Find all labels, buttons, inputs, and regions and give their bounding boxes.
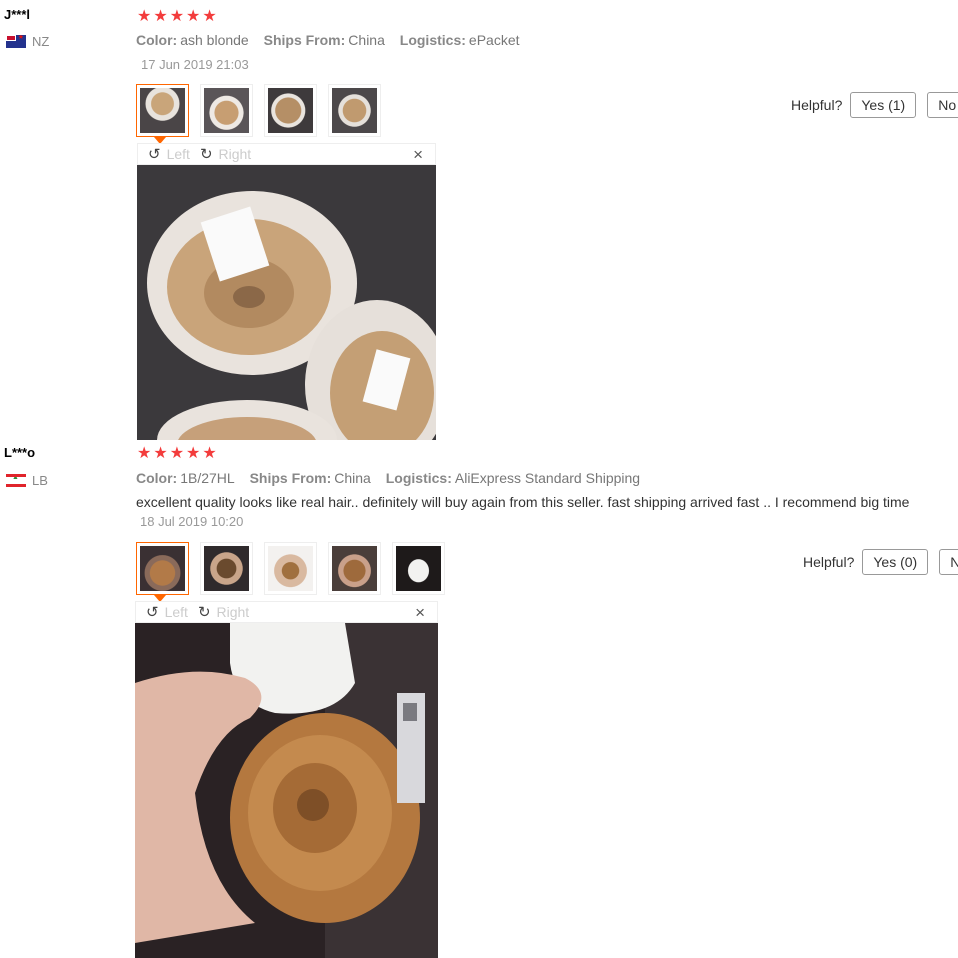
photo-viewer-toolbar: ↺ Left ↻ Right × bbox=[135, 601, 438, 623]
review-photo-thumb[interactable] bbox=[136, 84, 189, 144]
review-item: L***o LB ★ ★ ★ ★ ★ Color:1B/27HL Ships F… bbox=[0, 440, 958, 958]
review-photo-large bbox=[135, 623, 438, 958]
review-photo-thumb[interactable] bbox=[264, 542, 317, 595]
review-item: J***l NZ ★ ★ ★ ★ ★ Color:ash blonde Ship… bbox=[0, 0, 958, 440]
star-rating: ★ ★ ★ ★ ★ bbox=[137, 9, 217, 25]
ships-from-value: China bbox=[334, 470, 371, 486]
nz-flag-icon bbox=[6, 35, 26, 48]
star-icon: ★ bbox=[137, 445, 152, 462]
ships-from-value: China bbox=[348, 32, 385, 48]
user-country: LB bbox=[6, 473, 48, 488]
star-icon: ★ bbox=[202, 445, 217, 462]
user-country: NZ bbox=[6, 34, 49, 49]
review-photos bbox=[136, 542, 445, 602]
review-feedback: excellent quality looks like real hair..… bbox=[136, 494, 910, 510]
helpful-yes-button[interactable]: Yes (0) bbox=[862, 549, 929, 575]
review-photos bbox=[136, 84, 381, 144]
order-info: Color: ash blonde Ships From: China Logist… bbox=[136, 32, 531, 48]
rotate-left-button[interactable]: ↺ Left bbox=[146, 603, 188, 621]
lb-flag-icon bbox=[6, 474, 26, 487]
hair-bun-photo bbox=[135, 623, 438, 958]
review-photo-thumb[interactable] bbox=[328, 542, 381, 595]
close-icon[interactable]: × bbox=[415, 603, 425, 623]
rotate-left-label: Left bbox=[164, 604, 188, 620]
review-photo-thumb[interactable] bbox=[200, 84, 253, 137]
helpful-no-button[interactable]: No bbox=[927, 92, 958, 118]
photo-viewer: ↺ Left ↻ Right × bbox=[137, 143, 436, 440]
review-photo-thumb[interactable] bbox=[136, 542, 189, 602]
review-photo-thumb[interactable] bbox=[264, 84, 317, 137]
star-icon: ★ bbox=[186, 8, 201, 25]
helpful-yes-button[interactable]: Yes (1) bbox=[850, 92, 917, 118]
star-rating: ★ ★ ★ ★ ★ bbox=[137, 446, 217, 462]
rotate-left-button[interactable]: ↺ Left bbox=[148, 145, 190, 163]
star-icon: ★ bbox=[169, 445, 185, 462]
user-name: J***l bbox=[4, 7, 31, 22]
helpful-vote: Helpful? Yes (0) No bbox=[803, 549, 958, 575]
ships-from-label: Ships From: bbox=[263, 32, 346, 48]
rotate-left-icon: ↺ bbox=[148, 146, 161, 163]
review-photo-thumb[interactable] bbox=[392, 542, 445, 595]
logistics-label: Logistics: bbox=[385, 470, 452, 486]
close-icon[interactable]: × bbox=[413, 145, 423, 165]
rotate-right-label: Right bbox=[216, 604, 250, 620]
star-icon: ★ bbox=[153, 445, 168, 462]
country-code: LB bbox=[32, 473, 48, 488]
photo-viewer-toolbar: ↺ Left ↻ Right × bbox=[137, 143, 436, 165]
country-code: NZ bbox=[32, 34, 50, 49]
ships-from-label: Ships From: bbox=[249, 470, 332, 486]
review-text: excellent quality looks like real hair..… bbox=[136, 493, 916, 531]
star-icon: ★ bbox=[186, 445, 201, 462]
logistics-label: Logistics: bbox=[399, 32, 466, 48]
logistics-value: AliExpress Standard Shipping bbox=[454, 470, 641, 486]
photo-viewer: ↺ Left ↻ Right × bbox=[135, 601, 438, 958]
star-icon: ★ bbox=[137, 8, 152, 25]
star-icon: ★ bbox=[202, 8, 217, 25]
rotate-right-button[interactable]: ↻ Right bbox=[200, 145, 251, 163]
helpful-vote: Helpful? Yes (1) No bbox=[791, 92, 958, 118]
color-label: Color: bbox=[136, 32, 178, 48]
rotate-left-icon: ↺ bbox=[146, 604, 159, 621]
rotate-right-icon: ↻ bbox=[199, 146, 213, 163]
color-value: ash blonde bbox=[180, 32, 249, 48]
color-label: Color: bbox=[136, 470, 178, 486]
wig-package-photo bbox=[137, 165, 436, 440]
rotate-right-label: Right bbox=[218, 146, 252, 162]
review-photo-large bbox=[137, 165, 436, 440]
review-date: 17 Jun 2019 21:03 bbox=[141, 57, 249, 72]
star-icon: ★ bbox=[169, 8, 185, 25]
rotate-right-icon: ↻ bbox=[197, 604, 211, 621]
color-value: 1B/27HL bbox=[180, 470, 235, 486]
helpful-no-button[interactable]: No bbox=[939, 549, 958, 575]
order-info: Color: 1B/27HL Ships From: China Logistics… bbox=[136, 470, 651, 486]
user-name: L***o bbox=[4, 445, 36, 460]
star-icon: ★ bbox=[153, 8, 168, 25]
logistics-value: ePacket bbox=[468, 32, 520, 48]
review-photo-thumb[interactable] bbox=[200, 542, 253, 595]
review-date: 18 Jul 2019 10:20 bbox=[140, 514, 244, 529]
rotate-right-button[interactable]: ↻ Right bbox=[198, 603, 249, 621]
helpful-label: Helpful? bbox=[791, 97, 843, 113]
review-photo-thumb[interactable] bbox=[328, 84, 381, 137]
rotate-left-label: Left bbox=[166, 146, 190, 162]
helpful-label: Helpful? bbox=[803, 554, 855, 570]
